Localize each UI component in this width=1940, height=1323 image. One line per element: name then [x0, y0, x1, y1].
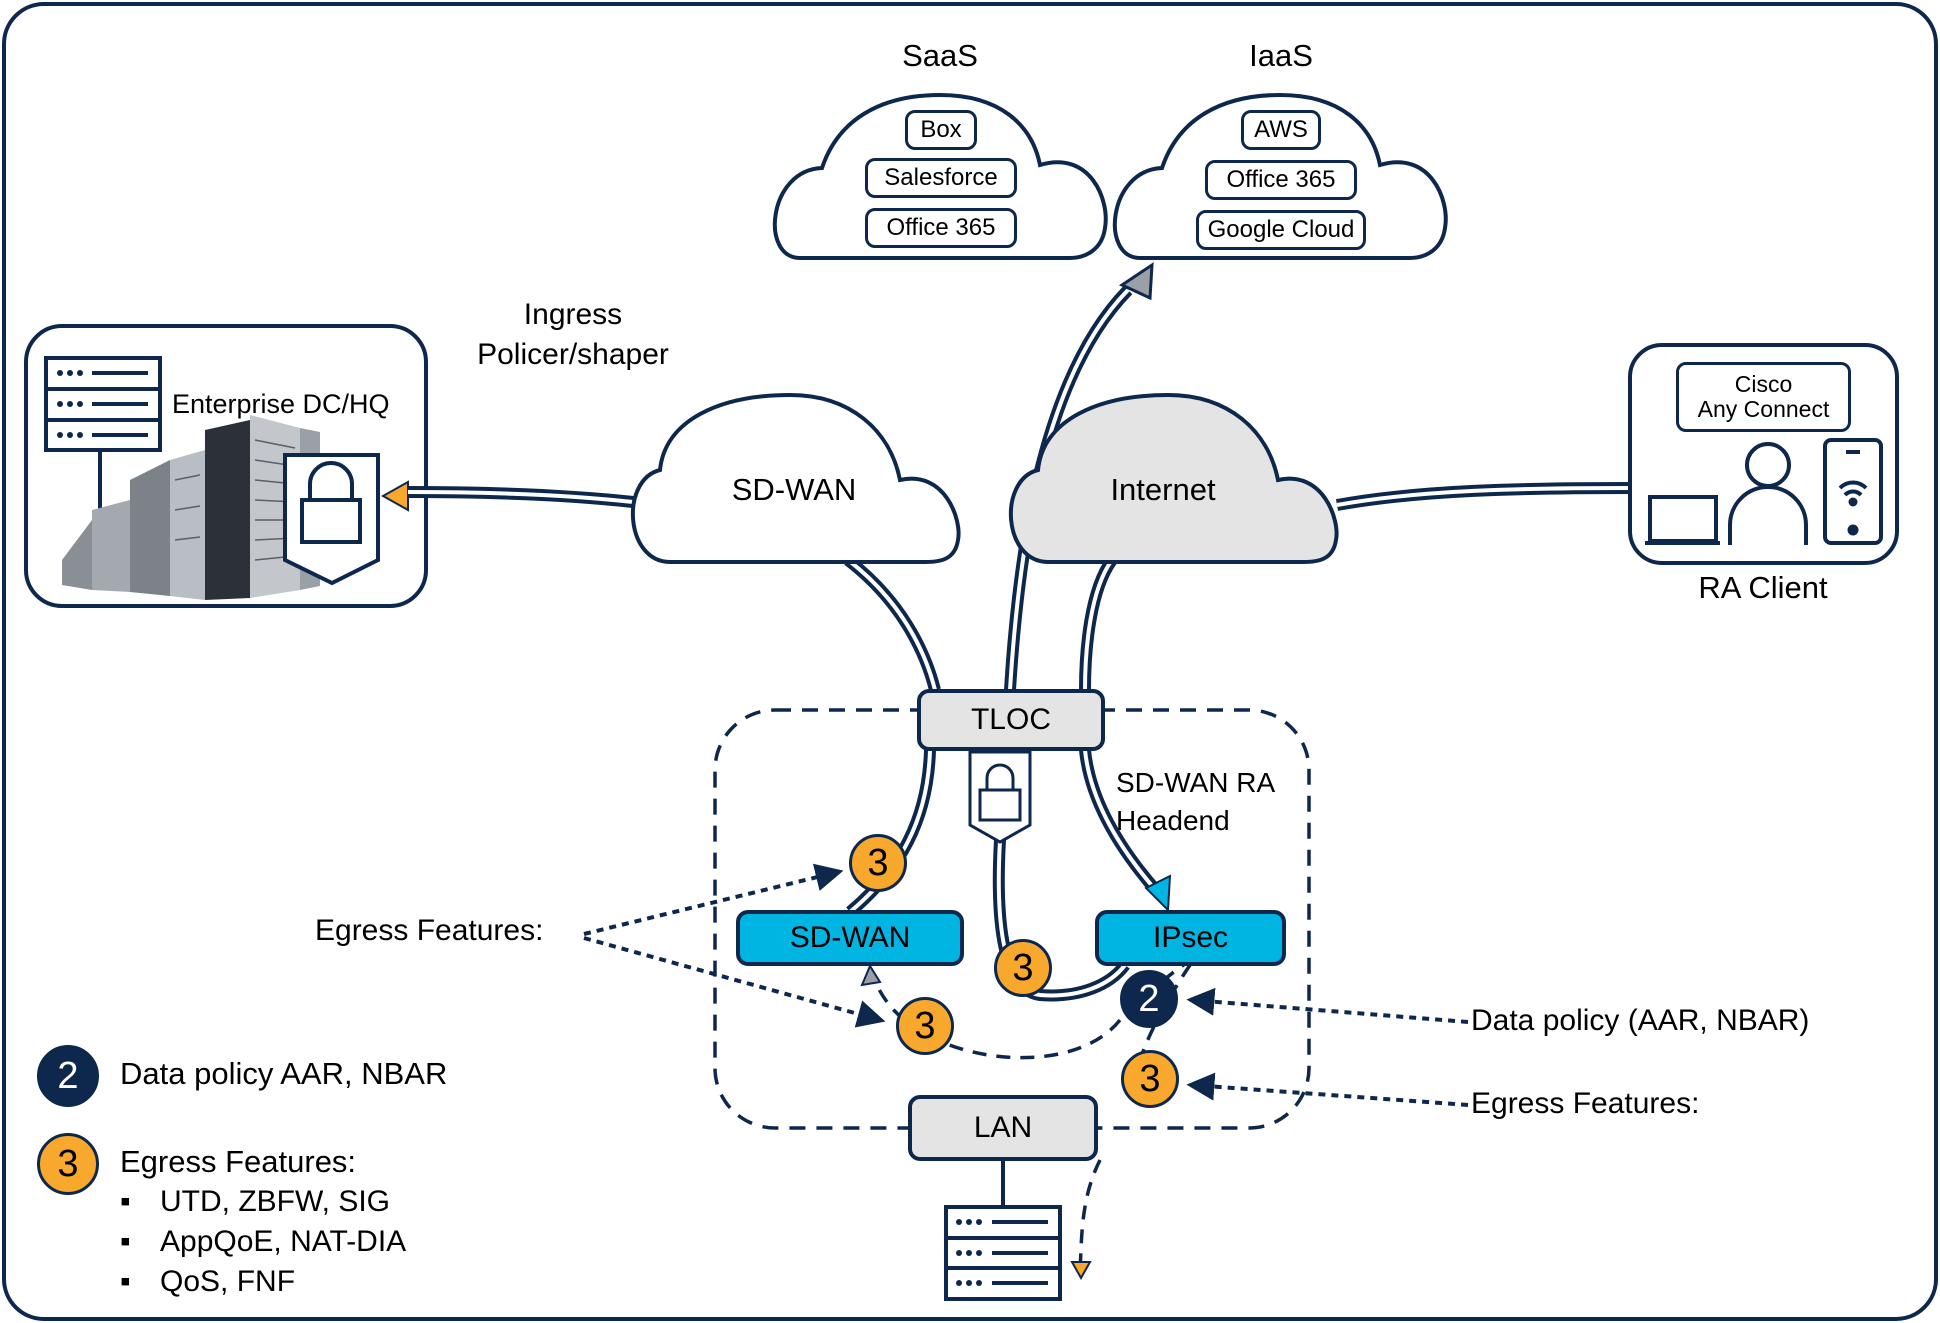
tloc-lock-icon — [968, 750, 1032, 844]
iaas-app-aws: AWS — [1241, 110, 1321, 150]
ingress-label-line2: Policer/shaper — [477, 338, 669, 371]
anyconnect-line2: Any Connect — [1697, 396, 1830, 422]
ipsec-tunnel-box: IPsec — [1095, 910, 1286, 966]
saas-app-box: Box — [905, 110, 977, 150]
mobile-phone-icon — [1823, 438, 1883, 545]
right-data-policy-callout: Data policy (AAR, NBAR) — [1471, 1004, 1810, 1037]
data-policy-badge: 2 — [1120, 970, 1178, 1028]
tloc-node: TLOC — [917, 689, 1105, 751]
egress-badge-return: 3 — [896, 997, 954, 1055]
headend-label: SD-WAN RA Headend — [1116, 764, 1275, 840]
sdwan-cloud-label: SD-WAN — [731, 472, 857, 507]
shield-lock-icon — [283, 453, 380, 586]
saas-app-office365: Office 365 — [865, 208, 1017, 248]
iaas-app-google-cloud: Google Cloud — [1196, 210, 1366, 250]
ingress-label-line1: Ingress — [523, 298, 623, 331]
lan-node: LAN — [908, 1095, 1098, 1161]
ra-client-label: RA Client — [1698, 570, 1828, 605]
legend-egress-item: ▪ UTD, ZBFW, SIG — [120, 1185, 390, 1218]
egress-badge-sdwan: 3 — [849, 834, 907, 892]
sdwan-tunnel-box: SD-WAN — [736, 910, 964, 966]
legend-label-egress: Egress Features: — [120, 1144, 357, 1179]
anyconnect-app-box: Cisco Any Connect — [1676, 362, 1851, 432]
legend-egress-item: ▪ QoS, FNF — [120, 1265, 296, 1298]
legend-label-data-policy: Data policy AAR, NBAR — [120, 1056, 448, 1091]
saas-app-salesforce: Salesforce — [865, 158, 1017, 198]
legend-badge-egress: 3 — [37, 1133, 99, 1195]
internet-cloud-label: Internet — [1110, 472, 1216, 507]
legend-badge-data-policy: 2 — [37, 1045, 99, 1107]
iaas-app-office365: Office 365 — [1205, 160, 1357, 200]
laptop-icon — [1645, 495, 1720, 545]
lan-server-icon — [944, 1205, 1062, 1301]
left-egress-callout: Egress Features: — [315, 914, 544, 947]
headend-label-line2: Headend — [1116, 805, 1230, 836]
enterprise-dc-label: Enterprise DC/HQ — [172, 389, 390, 419]
iaas-label: IaaS — [1249, 38, 1313, 73]
egress-badge-lan: 3 — [1121, 1050, 1179, 1108]
right-egress-callout: Egress Features: — [1471, 1087, 1700, 1120]
egress-badge-lock-loop: 3 — [994, 939, 1052, 997]
saas-label: SaaS — [902, 38, 978, 73]
legend-egress-item: ▪ AppQoE, NAT-DIA — [120, 1225, 407, 1258]
anyconnect-line1: Cisco — [1734, 371, 1793, 397]
headend-label-line1: SD-WAN RA — [1116, 767, 1276, 798]
legend-egress-list: ▪ UTD, ZBFW, SIG ▪ AppQoE, NAT-DIA ▪ QoS, F… — [120, 1182, 406, 1302]
